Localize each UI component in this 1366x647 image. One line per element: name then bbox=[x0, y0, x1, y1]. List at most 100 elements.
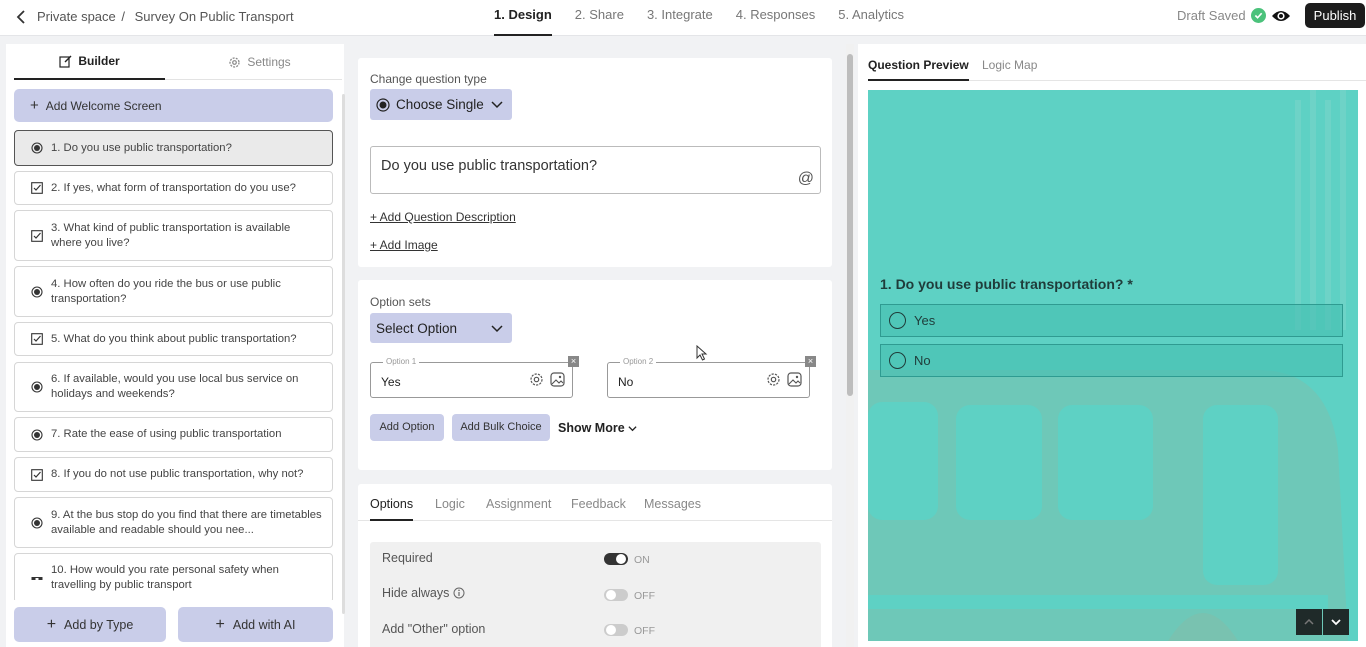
tab-options[interactable]: Options bbox=[370, 484, 414, 521]
list-item[interactable]: 8. If you do not use public transportati… bbox=[14, 457, 333, 492]
add-option-button[interactable]: Add Option bbox=[370, 414, 444, 441]
at-mention-icon[interactable]: @ bbox=[798, 170, 814, 188]
tab-assignment[interactable]: Assignment bbox=[486, 484, 551, 521]
list-item[interactable]: 5. What do you think about public transp… bbox=[14, 322, 333, 356]
tab-settings-label: Settings bbox=[247, 55, 291, 69]
next-question-button[interactable] bbox=[1323, 609, 1349, 635]
radio-icon bbox=[889, 352, 906, 369]
radio-icon bbox=[31, 142, 43, 154]
option-field-1[interactable]: Option 1 Yes × bbox=[370, 356, 579, 398]
options-settings: Required ON Hide always OFF Add "Other" … bbox=[370, 542, 821, 647]
breadcrumb: Private space / Survey On Public Transpo… bbox=[37, 9, 294, 24]
preview-option-label: Yes bbox=[914, 313, 936, 328]
back-arrow-icon[interactable] bbox=[12, 7, 32, 27]
add-question-description-link[interactable]: + Add Question Description bbox=[370, 210, 516, 224]
add-image-link[interactable]: + Add Image bbox=[370, 238, 438, 252]
step-analytics[interactable]: 5. Analytics bbox=[838, 0, 904, 36]
setting-label: Required bbox=[382, 551, 433, 565]
add-other-toggle[interactable] bbox=[604, 624, 628, 636]
option-sets-label: Option sets bbox=[370, 295, 431, 309]
question-label: 7. Rate the ease of using public transpo… bbox=[51, 428, 282, 440]
chevron-down-icon bbox=[628, 425, 637, 431]
question-type-dropdown[interactable]: Choose Single bbox=[370, 89, 512, 120]
list-item[interactable]: 2. If yes, what form of transportation d… bbox=[14, 171, 333, 205]
tab-settings[interactable]: Settings bbox=[184, 44, 335, 80]
tab-question-preview[interactable]: Question Preview bbox=[868, 44, 969, 81]
previous-question-button[interactable] bbox=[1296, 609, 1322, 635]
question-label: 8. If you do not use public transportati… bbox=[51, 468, 304, 480]
preview-question-title: 1. Do you use public transportation? * bbox=[880, 276, 1133, 292]
list-item[interactable]: 7. Rate the ease of using public transpo… bbox=[14, 417, 333, 452]
step-share[interactable]: 2. Share bbox=[575, 0, 624, 36]
toggle-state: ON bbox=[634, 554, 650, 566]
change-type-label: Change question type bbox=[370, 72, 487, 86]
setting-label: Add "Other" option bbox=[382, 622, 486, 636]
add-with-ai-button[interactable]: + Add with AI bbox=[178, 607, 333, 642]
option-value: No bbox=[618, 375, 634, 389]
chevron-down-icon bbox=[491, 325, 503, 333]
question-label: 2. If yes, what form of transportation d… bbox=[51, 181, 296, 194]
close-icon[interactable]: × bbox=[805, 356, 816, 367]
image-icon[interactable] bbox=[550, 372, 565, 387]
list-item[interactable]: 3. What kind of public transportation is… bbox=[14, 210, 333, 261]
list-item[interactable]: 9. At the bus stop do you find that ther… bbox=[14, 497, 333, 548]
list-item[interactable]: 10. How would you rate personal safety w… bbox=[14, 553, 333, 600]
breadcrumb-root[interactable]: Private space bbox=[37, 9, 116, 24]
tab-feedback[interactable]: Feedback bbox=[571, 484, 626, 521]
toggle-state: OFF bbox=[634, 590, 655, 602]
question-preview: 1. Do you use public transportation? * Y… bbox=[868, 90, 1358, 641]
radio-icon bbox=[31, 428, 43, 441]
eye-icon[interactable] bbox=[1271, 8, 1291, 24]
check-circle-icon bbox=[1250, 8, 1266, 23]
list-item[interactable]: 4. How often do you ride the bus or use … bbox=[14, 266, 333, 317]
option-sets-dropdown[interactable]: Select Option bbox=[370, 313, 512, 343]
tab-logic[interactable]: Logic bbox=[435, 484, 465, 521]
radio-icon bbox=[889, 312, 906, 329]
editor-scrollbar[interactable] bbox=[846, 44, 854, 647]
publish-button[interactable]: Publish bbox=[1305, 3, 1365, 28]
tab-builder[interactable]: Builder bbox=[14, 44, 165, 80]
add-by-type-button[interactable]: + Add by Type bbox=[14, 607, 166, 642]
checkbox-icon bbox=[31, 468, 43, 481]
options-card: Option sets Select Option Option 1 Yes ×… bbox=[358, 280, 832, 470]
chevron-down-icon bbox=[1331, 619, 1341, 626]
step-design[interactable]: 1. Design bbox=[494, 0, 552, 36]
gear-icon[interactable] bbox=[766, 372, 781, 387]
close-icon[interactable]: × bbox=[568, 356, 579, 367]
question-text-input[interactable]: Do you use public transportation? @ bbox=[370, 146, 821, 194]
preview-tabs: Question Preview Logic Map bbox=[868, 44, 1366, 81]
checkbox-icon bbox=[31, 229, 43, 242]
image-icon[interactable] bbox=[787, 372, 802, 387]
option-field-2[interactable]: Option 2 No × bbox=[607, 356, 816, 398]
preview-option-yes[interactable]: Yes bbox=[880, 304, 1343, 337]
hide-always-toggle[interactable] bbox=[604, 589, 628, 601]
show-more-button[interactable]: Show More bbox=[558, 421, 637, 435]
list-item[interactable]: 6. If available, would you use local bus… bbox=[14, 362, 333, 412]
preview-option-no[interactable]: No bbox=[880, 344, 1343, 377]
required-toggle[interactable] bbox=[604, 553, 628, 565]
add-welcome-screen-button[interactable]: + Add Welcome Screen bbox=[14, 89, 333, 122]
add-bulk-choice-button[interactable]: Add Bulk Choice bbox=[452, 414, 550, 441]
tab-messages[interactable]: Messages bbox=[644, 484, 701, 521]
gear-icon bbox=[228, 56, 241, 69]
draft-status: Draft Saved bbox=[1177, 8, 1266, 23]
gear-icon[interactable] bbox=[529, 372, 544, 387]
question-label: 10. How would you rate personal safety w… bbox=[51, 564, 279, 591]
question-list-scrollbar[interactable] bbox=[342, 94, 345, 614]
list-item[interactable]: 1. Do you use public transportation? bbox=[14, 130, 333, 166]
question-list: 1. Do you use public transportation? 2. … bbox=[14, 130, 333, 600]
plus-icon: + bbox=[30, 97, 39, 114]
question-label: 6. If available, would you use local bus… bbox=[51, 373, 299, 400]
question-text-value: Do you use public transportation? bbox=[381, 158, 598, 174]
toggle-state: OFF bbox=[634, 625, 655, 637]
settings-card: Options Logic Assignment Feedback Messag… bbox=[358, 484, 832, 647]
chevron-down-icon bbox=[491, 101, 503, 109]
info-icon[interactable] bbox=[453, 587, 465, 599]
question-label: 9. At the bus stop do you find that ther… bbox=[51, 508, 322, 536]
tab-logic-map[interactable]: Logic Map bbox=[982, 44, 1037, 81]
step-responses[interactable]: 4. Responses bbox=[736, 0, 816, 36]
step-nav: 1. Design 2. Share 3. Integrate 4. Respo… bbox=[494, 0, 904, 36]
step-integrate[interactable]: 3. Integrate bbox=[647, 0, 713, 36]
scrollbar-thumb[interactable] bbox=[847, 54, 853, 396]
draft-status-text: Draft Saved bbox=[1177, 8, 1246, 23]
